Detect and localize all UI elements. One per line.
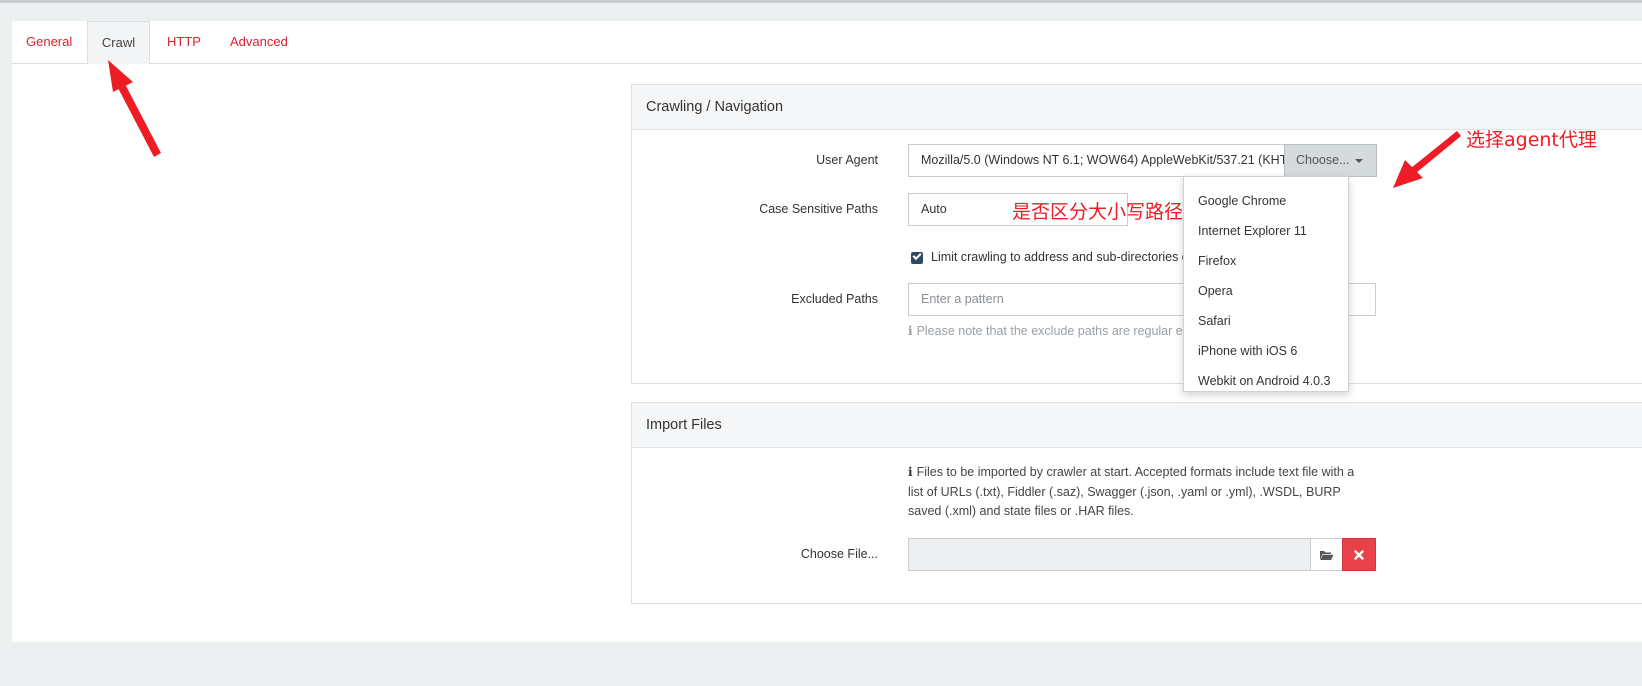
info-icon: i <box>908 324 913 338</box>
case-sensitive-label: Case Sensitive Paths <box>759 202 878 216</box>
hint-text: Please note that the exclude paths are r… <box>916 324 1208 338</box>
excluded-paths-hint: i Please note that the exclude paths are … <box>908 324 1208 338</box>
info-icon: i <box>908 465 913 479</box>
user-agent-input[interactable]: Mozilla/5.0 (Windows NT 6.1; WOW64) Appl… <box>908 144 1285 177</box>
choose-label: Choose... <box>1296 153 1350 167</box>
tab-advanced[interactable]: Advanced <box>230 21 288 63</box>
remove-file-button[interactable] <box>1342 538 1376 571</box>
option-internet-explorer-11[interactable]: Internet Explorer 11 <box>1198 224 1307 238</box>
option-google-chrome[interactable]: Google Chrome <box>1198 194 1286 208</box>
limit-crawling-label: Limit crawling to address and sub-direct… <box>931 250 1205 264</box>
option-iphone-ios-6[interactable]: iPhone with iOS 6 <box>1198 344 1297 358</box>
tab-http[interactable]: HTTP <box>167 21 201 63</box>
user-agent-label: User Agent <box>816 153 878 167</box>
option-opera[interactable]: Opera <box>1198 284 1233 298</box>
excluded-paths-label: Excluded Paths <box>791 292 878 306</box>
check-icon <box>912 250 922 261</box>
import-description-text: Files to be imported by crawler at start… <box>908 465 1355 518</box>
annotation-case-sensitive: 是否区分大小写路径 <box>1012 201 1184 223</box>
tab-crawl[interactable]: Crawl <box>87 21 150 64</box>
limit-crawling-checkbox[interactable] <box>911 250 923 264</box>
tab-bar: General Crawl HTTP Advanced <box>12 21 1642 64</box>
user-agent-dropdown: Google Chrome Internet Explorer 11 Firef… <box>1183 176 1349 392</box>
section-title: Crawling / Navigation <box>632 85 1642 130</box>
folder-open-icon <box>1320 550 1334 560</box>
tab-general[interactable]: General <box>26 21 72 63</box>
option-safari[interactable]: Safari <box>1198 314 1231 328</box>
window-top-border <box>0 0 1642 3</box>
choose-file-label: Choose File... <box>800 547 878 561</box>
choose-user-agent-button[interactable]: Choose... <box>1284 144 1377 177</box>
section-title: Import Files <box>632 403 1642 448</box>
annotation-choose-agent: 选择agent代理 <box>1466 129 1597 151</box>
option-webkit-android[interactable]: Webkit on Android 4.0.3 <box>1198 374 1331 388</box>
import-files-description: i Files to be imported by crawler at star… <box>908 463 1363 522</box>
option-firefox[interactable]: Firefox <box>1198 254 1236 268</box>
file-path-field[interactable] <box>908 538 1311 571</box>
caret-down-icon <box>1354 158 1363 163</box>
close-icon <box>1354 549 1364 560</box>
browse-file-button[interactable] <box>1310 538 1343 571</box>
